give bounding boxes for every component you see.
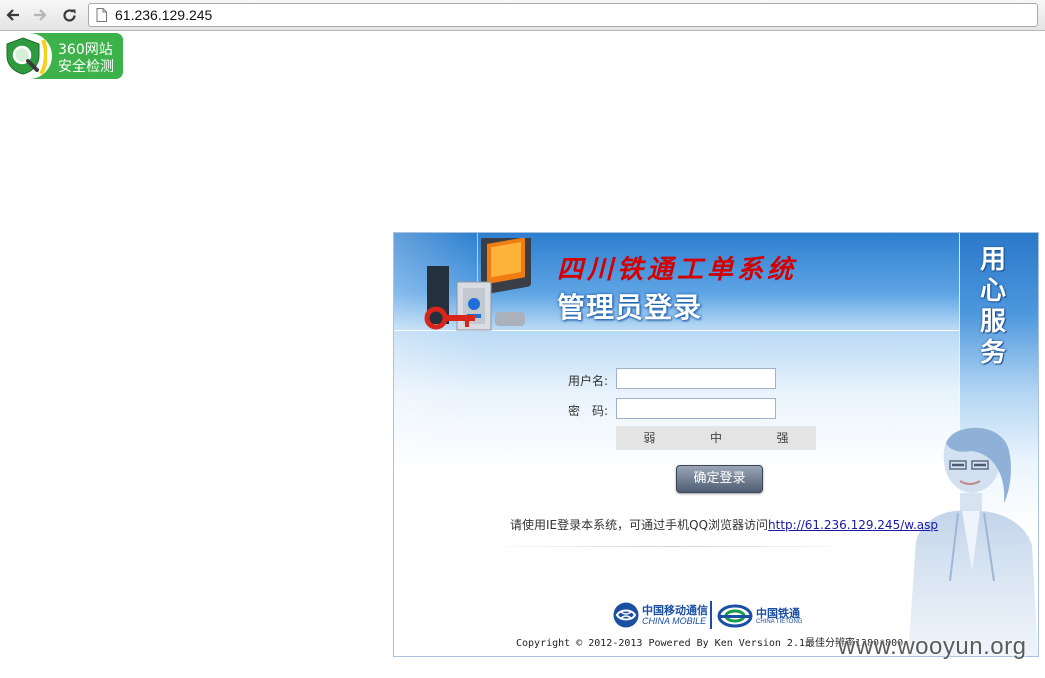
slogan: 用 心 服 务 bbox=[980, 245, 1020, 369]
strength-medium: 中 bbox=[710, 431, 723, 445]
badge-line2: 安全检测 bbox=[58, 59, 114, 75]
mobile-access-link[interactable]: http://61.236.129.245/w.asp bbox=[768, 518, 938, 532]
back-arrow-icon[interactable] bbox=[2, 4, 24, 26]
reload-icon[interactable] bbox=[58, 4, 80, 26]
submit-login-button[interactable]: 确定登录 bbox=[676, 465, 763, 493]
strength-strong: 强 bbox=[776, 431, 789, 445]
key-monitor-icon bbox=[419, 233, 537, 338]
password-label: 密 码: bbox=[568, 404, 609, 418]
hint-text: 请使用IE登录本系统，可通过手机QQ浏览器访问 bbox=[510, 518, 769, 532]
china-mobile-logo-icon bbox=[612, 601, 640, 634]
shield-magnifier-icon bbox=[3, 36, 48, 79]
slogan-char: 心 bbox=[980, 276, 1007, 306]
address-bar[interactable]: 61.236.129.245 bbox=[88, 3, 1038, 27]
admin-login-title: 管理员登录 bbox=[557, 291, 703, 324]
forward-arrow-icon[interactable] bbox=[29, 4, 51, 26]
username-label: 用户名: bbox=[568, 374, 609, 388]
footer-divider bbox=[482, 546, 864, 547]
system-title: 四川铁通工单系统 bbox=[557, 255, 798, 285]
china-tietong-logo-icon bbox=[717, 603, 753, 634]
china-mobile-en: CHINA MOBILE bbox=[642, 616, 707, 626]
strength-weak: 弱 bbox=[643, 431, 656, 445]
slogan-char: 服 bbox=[980, 307, 1007, 337]
username-input[interactable] bbox=[616, 368, 776, 389]
login-panel: 四川铁通工单系统 管理员登录 用 心 服 务 用户名: 密 码: 弱 中 强 确… bbox=[393, 232, 1039, 657]
url-text: 61.236.129.245 bbox=[115, 7, 213, 23]
customer-service-person-image bbox=[902, 411, 1038, 656]
password-input[interactable] bbox=[616, 398, 776, 419]
360-security-badge[interactable]: 360网站 安全检测 bbox=[0, 33, 123, 79]
china-tietong-en: CHINA TIETONG bbox=[756, 619, 803, 625]
browser-hint: 请使用IE登录本系统，可通过手机QQ浏览器访问http://61.236.129… bbox=[510, 516, 938, 533]
page-icon bbox=[96, 8, 107, 27]
browser-toolbar: 61.236.129.245 bbox=[0, 0, 1045, 31]
slogan-char: 务 bbox=[980, 338, 1007, 368]
password-strength-meter: 弱 中 强 bbox=[616, 426, 816, 450]
watermark: www.wooyun.org bbox=[838, 633, 1027, 660]
slogan-char: 用 bbox=[980, 245, 1007, 275]
